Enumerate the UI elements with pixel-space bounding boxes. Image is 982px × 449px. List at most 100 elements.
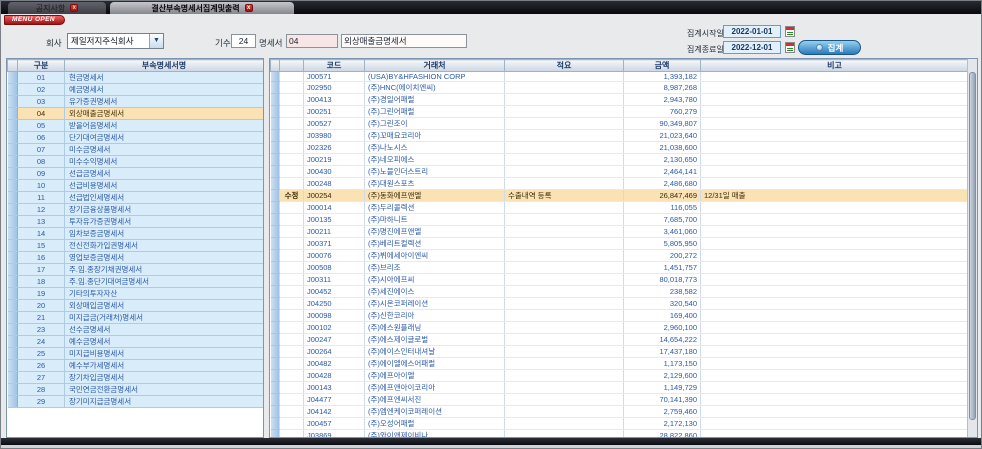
right-table-row[interactable]: J00264(주)에이스인터내셔날17,437,180 — [271, 346, 969, 358]
column-header[interactable]: 비고 — [701, 60, 969, 72]
aggregate-button[interactable]: 집계 — [798, 40, 861, 55]
statement-name-input[interactable] — [341, 34, 467, 48]
row-memo-cell — [505, 370, 624, 382]
left-table-row[interactable]: 02예금명세서 — [8, 84, 264, 96]
right-table-row[interactable]: J00143(주)에프앤아이코리아1,149,729 — [271, 382, 969, 394]
right-table-row[interactable]: J00482(주)에이엘에스어패럴1,173,150 — [271, 358, 969, 370]
right-table-row[interactable]: J00430(주)노블인더스트리2,464,141 — [271, 166, 969, 178]
statement-code-input[interactable] — [286, 34, 338, 48]
end-date-input[interactable] — [723, 41, 781, 54]
column-header[interactable]: 금액 — [624, 60, 701, 72]
column-header[interactable]: 코드 — [304, 60, 365, 72]
row-flag-cell — [280, 178, 304, 190]
tab-statement-report[interactable]: 결산부속명세서집계및출력 x — [110, 2, 294, 14]
tab-close-icon[interactable]: x — [245, 4, 253, 12]
left-table-row[interactable]: 17주.임.종장기채권명세서 — [8, 264, 264, 276]
row-flag-cell — [280, 370, 304, 382]
row-amount-cell: 1,173,150 — [624, 358, 701, 370]
right-table-row[interactable]: J04142(주)엠엔케이코퍼레이션2,759,460 — [271, 406, 969, 418]
left-table-row[interactable]: 29장기미지급금명세서 — [8, 396, 264, 408]
company-select[interactable]: 제일저지주식회사 ▼ — [67, 33, 164, 49]
left-table-row[interactable]: 06단기대여금명세서 — [8, 132, 264, 144]
tab-notice[interactable]: 공지사항 x — [8, 2, 106, 14]
left-table-row[interactable]: 19기타의투자자산 — [8, 288, 264, 300]
row-name-cell: 외상매출금명세서 — [65, 108, 264, 120]
right-table-row[interactable]: J00247(주)에스제이글로벌14,654,222 — [271, 334, 969, 346]
right-table-row[interactable]: J03980(주)꼬매요코리아21,023,640 — [271, 130, 969, 142]
column-header[interactable]: 구분 — [18, 60, 65, 72]
left-table-row[interactable]: 01현금명세서 — [8, 72, 264, 84]
left-table-row[interactable]: 26예수부가세명세서 — [8, 360, 264, 372]
left-table-row[interactable]: 27장기차입금명세서 — [8, 372, 264, 384]
column-header[interactable]: 거래처 — [365, 60, 505, 72]
right-table-row[interactable]: J00508(주)브리조1,451,757 — [271, 262, 969, 274]
row-code-cell: 23 — [18, 324, 65, 336]
left-table-row[interactable]: 04외상매출금명세서 — [8, 108, 264, 120]
left-table-row[interactable]: 24예수금명세서 — [8, 336, 264, 348]
menu-open-badge[interactable]: MENU OPEN — [4, 15, 65, 25]
scrollbar-thumb[interactable] — [969, 72, 976, 420]
start-date-input[interactable] — [723, 25, 781, 38]
right-table-row[interactable]: J00076(주)뷔에세아이엔씨200,272 — [271, 250, 969, 262]
left-table-row[interactable]: 28국민연금전환금명세서 — [8, 384, 264, 396]
left-table-row[interactable]: 18주.임.종단기대여금명세서 — [8, 276, 264, 288]
left-table-row[interactable]: 16영업보증금명세서 — [8, 252, 264, 264]
right-table-row[interactable]: J00371(주)베리트컬렉션5,805,950 — [271, 238, 969, 250]
row-vendor-cell: (USA)BY&HFASHION CORP — [365, 72, 505, 82]
right-table-row[interactable]: J00413(주)경일어패럴2,943,780 — [271, 94, 969, 106]
right-table-row[interactable]: J00428(주)에프아이엘2,129,600 — [271, 370, 969, 382]
right-table-row[interactable]: J00098(주)신한코리아169,400 — [271, 310, 969, 322]
right-table-row[interactable]: J04250(주)시온코퍼레이션320,540 — [271, 298, 969, 310]
left-table-row[interactable]: 12장기금융상품명세서 — [8, 204, 264, 216]
chevron-down-icon[interactable]: ▼ — [149, 34, 163, 48]
left-table-row[interactable]: 13투자유가증권명세서 — [8, 216, 264, 228]
tab-close-icon[interactable]: x — [70, 4, 78, 12]
calendar-icon[interactable] — [785, 42, 795, 53]
left-table-row[interactable]: 10선급비용명세서 — [8, 180, 264, 192]
term-input[interactable] — [231, 34, 256, 48]
row-vendor-cell: (주)에프아이엘 — [365, 370, 505, 382]
right-table-row[interactable]: J00311(주)시아에프씨80,018,773 — [271, 274, 969, 286]
right-table-row[interactable]: J03869(주)와이앤제이비나28,822,860 — [271, 430, 969, 439]
left-table-row[interactable]: 14임차보증금명세서 — [8, 228, 264, 240]
left-table-row[interactable]: 21미지급금(거래처)명세서 — [8, 312, 264, 324]
row-amount-cell: 116,055 — [624, 202, 701, 214]
right-table-row[interactable]: J00251(주)그린어패럴760,279 — [271, 106, 969, 118]
row-gutter-cell — [271, 418, 280, 430]
right-table-row[interactable]: J02326(주)나노시스21,038,600 — [271, 142, 969, 154]
left-table-row[interactable]: 07미수금명세서 — [8, 144, 264, 156]
left-table-row[interactable]: 08미수수익명세서 — [8, 156, 264, 168]
vertical-scrollbar[interactable] — [967, 59, 977, 437]
right-table-row[interactable]: J00211(주)명진에프앤엘3,461,060 — [271, 226, 969, 238]
left-table-row[interactable]: 11선급법인세명세서 — [8, 192, 264, 204]
row-code-cell: J00482 — [304, 358, 365, 370]
row-gutter-cell — [8, 372, 18, 384]
row-amount-cell: 28,822,860 — [624, 430, 701, 439]
right-table-row[interactable]: J02950(주)HNC(에이치엔씨)8,987,268 — [271, 82, 969, 94]
right-table-row[interactable]: J00102(주)에스원플래닝2,960,100 — [271, 322, 969, 334]
left-table-row[interactable]: 03유가증권명세서 — [8, 96, 264, 108]
right-table-row[interactable]: J00219(주)네오피에스2,130,650 — [271, 154, 969, 166]
right-table-row[interactable]: J00135(주)마하니트7,685,700 — [271, 214, 969, 226]
left-table-row[interactable]: 20외상매입금명세서 — [8, 300, 264, 312]
right-table-row[interactable]: J00452(주)세진에이스238,582 — [271, 286, 969, 298]
column-header[interactable]: 부속명세서명 — [65, 60, 264, 72]
right-table-row[interactable]: J04477(주)에프엔씨서진70,141,390 — [271, 394, 969, 406]
row-gutter-cell — [8, 108, 18, 120]
right-table-row[interactable]: J00527(주)그린조이90,349,807 — [271, 118, 969, 130]
calendar-icon[interactable] — [785, 26, 795, 37]
detail-panel: 코드거래처적요금액비고 J00571(USA)BY&HFASHION CORP1… — [269, 58, 978, 438]
left-table-row[interactable]: 09선급금명세서 — [8, 168, 264, 180]
left-table-row[interactable]: 15전신전화가입권명세서 — [8, 240, 264, 252]
left-table-row[interactable]: 05받을어음명세서 — [8, 120, 264, 132]
right-table-row[interactable]: J00457(주)오성어패럴2,172,130 — [271, 418, 969, 430]
left-table-row[interactable]: 23선수금명세서 — [8, 324, 264, 336]
column-header[interactable]: 적요 — [505, 60, 624, 72]
right-table-row[interactable]: J00014(주)두리콜렉션116,055 — [271, 202, 969, 214]
right-table-row[interactable]: 수정J00254(주)동화에프앤엘수출내역 등록26,847,46912/31일… — [271, 190, 969, 202]
right-table-row[interactable]: J00571(USA)BY&HFASHION CORP1,393,182 — [271, 72, 969, 82]
right-table-row[interactable]: J00248(주)대원스포츠2,486,680 — [271, 178, 969, 190]
row-code-cell: 27 — [18, 372, 65, 384]
left-table-row[interactable]: 25미지급비용명세서 — [8, 348, 264, 360]
row-note-cell — [701, 106, 969, 118]
